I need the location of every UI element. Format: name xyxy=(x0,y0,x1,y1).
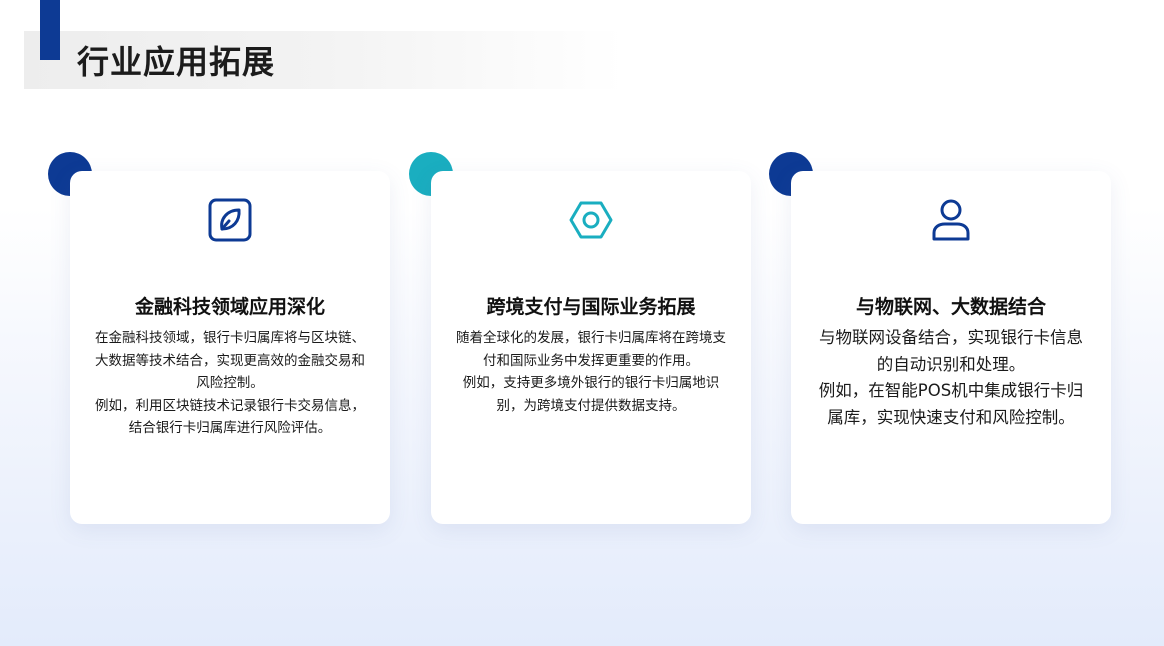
card-title: 金融科技领域应用深化 xyxy=(134,296,325,318)
card-paragraph: 与物联网设备结合，实现银行卡信息的自动识别和处理。 xyxy=(819,328,1083,374)
card-body: 随着全球化的发展，银行卡归属库将在跨境支付和国际业务中发挥更重要的作用。 例如，… xyxy=(455,327,727,417)
user-icon xyxy=(926,195,976,245)
card-iot-bigdata: 与物联网、大数据结合 与物联网设备结合，实现银行卡信息的自动识别和处理。 例如，… xyxy=(769,152,1111,524)
accent-bar xyxy=(40,0,60,60)
leaf-icon xyxy=(205,195,255,245)
hex-nut-icon xyxy=(566,195,616,245)
card-panel: 跨境支付与国际业务拓展 随着全球化的发展，银行卡归属库将在跨境支付和国际业务中发… xyxy=(431,171,751,524)
card-paragraph: 在金融科技领域，银行卡归属库将与区块链、大数据等技术结合，实现更高效的金融交易和… xyxy=(95,330,365,391)
page-title: 行业应用拓展 xyxy=(77,43,276,81)
card-cross-border: 跨境支付与国际业务拓展 随着全球化的发展，银行卡归属库将在跨境支付和国际业务中发… xyxy=(409,152,751,524)
card-panel: 金融科技领域应用深化 在金融科技领域，银行卡归属库将与区块链、大数据等技术结合，… xyxy=(70,171,390,524)
card-paragraph: 例如，支持更多境外银行的银行卡归属地识别，为跨境支付提供数据支持。 xyxy=(462,375,720,414)
card-paragraph: 例如，在智能POS机中集成银行卡归属库，实现快速支付和风险控制。 xyxy=(818,381,1084,427)
card-title: 跨境支付与国际业务拓展 xyxy=(486,296,696,318)
card-paragraph: 随着全球化的发展，银行卡归属库将在跨境支付和国际业务中发挥更重要的作用。 xyxy=(456,330,726,369)
card-body: 与物联网设备结合，实现银行卡信息的自动识别和处理。 例如，在智能POS机中集成银… xyxy=(815,325,1087,431)
card-panel: 与物联网、大数据结合 与物联网设备结合，实现银行卡信息的自动识别和处理。 例如，… xyxy=(791,171,1111,524)
card-fintech: 金融科技领域应用深化 在金融科技领域，银行卡归属库将与区块链、大数据等技术结合，… xyxy=(48,152,390,524)
card-title: 与物联网、大数据结合 xyxy=(855,296,1046,318)
card-body: 在金融科技领域，银行卡归属库将与区块链、大数据等技术结合，实现更高效的金融交易和… xyxy=(94,327,366,440)
card-paragraph: 例如，利用区块链技术记录银行卡交易信息，结合银行卡归属库进行风险评估。 xyxy=(95,397,365,437)
